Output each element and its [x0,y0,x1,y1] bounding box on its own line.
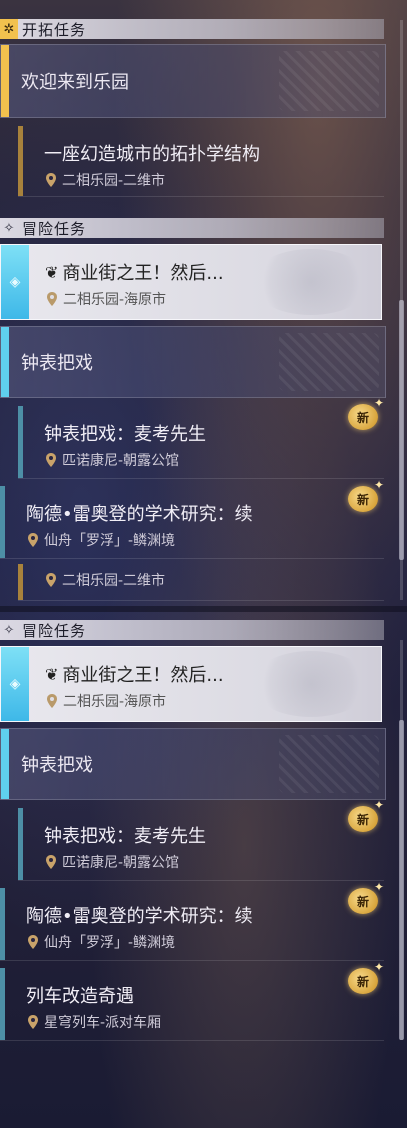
quest-type-icon: ❦ [45,262,59,282]
scrollbar-thumb[interactable] [399,720,404,1040]
quest-bar [0,888,5,960]
map-pin-icon [28,533,38,547]
adventure-section-header: ✧ 冒险任务 [0,218,384,238]
quest-title-text: 商业街之王！然后... [62,263,224,284]
map-pin-icon [47,694,57,708]
quest-type-icon: ❦ [45,664,59,684]
category-accent [1,327,9,397]
quest-bar [18,564,23,600]
trailblaze-section-header: ✲ 开拓任务 [0,19,384,39]
quest-title-text: 商业街之王！然后... [62,665,224,686]
category-clock-trick[interactable]: 钟表把戏 [0,326,386,398]
quest-location-text: 仙舟「罗浮」-鳞渊境 [44,533,176,549]
quest-bar [18,406,23,478]
category-welcome-to-paradise[interactable]: 欢迎来到乐园 [0,44,386,118]
map-pin-icon [46,573,56,587]
quest-title: ❦ 商业街之王！然后... [45,259,224,285]
quest-bar [18,126,23,196]
quest-location-text: 仙舟「罗浮」-鳞渊境 [44,935,176,951]
category-decoration [279,333,379,391]
diamond-icon: ◈ [1,245,29,319]
panel-divider [0,606,407,612]
category-decoration [279,51,379,111]
quest-location: 匹诺康尼-朝露公馆 [44,450,179,470]
category-accent [1,45,9,117]
quest-location: 二相乐园-海原市 [45,289,166,309]
map-pin-icon [46,173,56,187]
new-badge-icon: 新 [348,960,384,994]
quest-location: 二相乐园-二维市 [44,570,165,590]
quest-location-text: 匹诺康尼-朝露公馆 [62,453,180,469]
new-badge-icon: 新 [348,880,384,914]
section-title: 开拓任务 [22,20,87,39]
scrollbar-thumb[interactable] [399,300,404,560]
quest-location: 二相乐园-海原市 [45,691,166,711]
category-label: 钟表把戏 [21,353,93,374]
diamond-icon: ◈ [1,647,29,721]
map-pin-icon [28,1015,38,1029]
category-accent [1,729,9,799]
quest-bar [0,968,5,1040]
quest-location-text: 二相乐园-二维市 [62,573,166,589]
selected-quest-card[interactable]: ◈ ❦ 商业街之王！然后... 二相乐园-海原市 [0,244,382,320]
star-compass-icon: ✲ [0,19,18,39]
quest-title: 一座幻造城市的拓扑学结构 [44,144,260,165]
quest-location: 二相乐园-二维市 [44,170,165,190]
emblem-watermark [251,651,371,717]
quest-title: 钟表把戏：麦考先生 [44,424,206,445]
quest-location: 星穹列车-派对车厢 [26,1012,161,1032]
quest-title: 陶德•雷奥登的学术研究：续 [26,504,253,525]
category-label: 欢迎来到乐园 [21,72,129,93]
category-clock-trick[interactable]: 钟表把戏 [0,728,386,800]
quest-location: 仙舟「罗浮」-鳞渊境 [26,530,175,550]
quest-location-text: 二相乐园-海原市 [63,292,167,308]
section-title: 冒险任务 [22,219,87,238]
quest-location: 匹诺康尼-朝露公馆 [44,852,179,872]
quest-item[interactable]: 一座幻造城市的拓扑学结构 二相乐园-二维市 [18,126,384,197]
map-pin-icon [47,292,57,306]
map-pin-icon [46,453,56,467]
section-title: 冒险任务 [22,621,87,640]
quest-location-text: 二相乐园-二维市 [62,173,166,189]
diamond-icon: ✧ [3,622,15,638]
new-badge-icon: 新 [348,396,384,430]
quest-location: 仙舟「罗浮」-鳞渊境 [26,932,175,952]
diamond-icon: ✧ [3,220,15,236]
quest-item[interactable]: 列车改造奇遇 星穹列车-派对车厢 新 [0,960,384,1041]
quest-title: 钟表把戏：麦考先生 [44,826,206,847]
quest-bar [18,808,23,880]
map-pin-icon [28,935,38,949]
quest-location-text: 匹诺康尼-朝露公馆 [62,855,180,871]
quest-title: 陶德•雷奥登的学术研究：续 [26,906,253,927]
quest-location-text: 星穹列车-派对车厢 [44,1015,162,1031]
new-badge-icon: 新 [348,478,384,512]
quest-item[interactable]: 钟表把戏：麦考先生 匹诺康尼-朝露公馆 新 [18,798,384,881]
quest-item[interactable]: 陶德•雷奥登的学术研究：续 仙舟「罗浮」-鳞渊境 新 [0,880,384,961]
quest-bar [0,486,5,558]
quest-item-partial[interactable]: 二相乐园-二维市 [18,564,384,601]
quest-item[interactable]: 陶德•雷奥登的学术研究：续 仙舟「罗浮」-鳞渊境 新 [0,478,384,559]
quest-title: 列车改造奇遇 [26,986,134,1007]
quest-title: ❦ 商业街之王！然后... [45,661,224,687]
selected-quest-card[interactable]: ◈ ❦ 商业街之王！然后... 二相乐园-海原市 [0,646,382,722]
new-badge-icon: 新 [348,798,384,832]
category-label: 钟表把戏 [21,755,93,776]
adventure-section-header: ✧ 冒险任务 [0,620,384,640]
map-pin-icon [46,855,56,869]
quest-location-text: 二相乐园-海原市 [63,694,167,710]
category-decoration [279,735,379,793]
emblem-watermark [251,249,371,315]
quest-item[interactable]: 钟表把戏：麦考先生 匹诺康尼-朝露公馆 新 [18,396,384,479]
